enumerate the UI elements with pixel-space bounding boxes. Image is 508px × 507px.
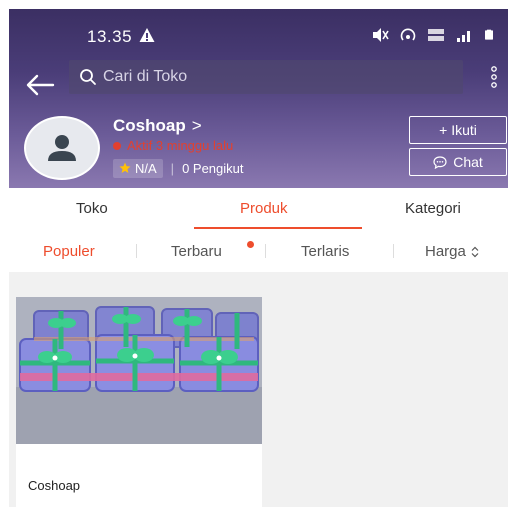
shop-header: 13.35 Cari di Toko Coshoap > Aktif 3 min… — [9, 9, 508, 188]
active-status: Aktif 3 minggu lalu — [113, 138, 233, 153]
chat-bubble-icon — [433, 155, 447, 169]
tab-toko[interactable]: Toko — [76, 200, 108, 217]
star-icon — [119, 162, 131, 173]
sort-arrows-icon — [471, 246, 479, 257]
status-bar: 13.35 — [9, 9, 508, 59]
sort-divider — [393, 244, 394, 258]
product-image — [16, 297, 262, 444]
shop-name-link[interactable]: Coshoap > — [113, 116, 202, 136]
active-tab-indicator — [194, 227, 362, 229]
status-dot-icon — [113, 141, 121, 150]
sort-divider — [265, 244, 266, 258]
gift-boxes-image — [16, 297, 262, 444]
follow-label: + Ikuti — [439, 122, 477, 138]
back-arrow-icon[interactable] — [25, 73, 55, 97]
main-tabs: Toko Produk Kategori — [9, 188, 508, 230]
sort-divider — [136, 244, 137, 258]
tab-produk[interactable]: Produk — [240, 200, 288, 217]
follow-button[interactable]: + Ikuti — [409, 116, 507, 144]
search-input[interactable] — [103, 68, 443, 86]
shop-stats: N/A | 0 Pengikut — [113, 157, 244, 179]
search-icon — [80, 69, 96, 85]
rating-value: N/A — [135, 160, 157, 176]
sort-terlaris[interactable]: Terlaris — [301, 243, 349, 260]
shop-avatar[interactable] — [24, 116, 100, 180]
warning-icon — [139, 28, 155, 42]
product-card[interactable]: Coshoap — [16, 297, 262, 507]
user-icon — [48, 135, 76, 161]
hotspot-icon — [400, 28, 416, 41]
more-options-icon[interactable] — [489, 65, 499, 89]
product-grid: Coshoap — [9, 272, 508, 507]
status-icons — [371, 27, 495, 43]
sort-populer[interactable]: Populer — [43, 243, 95, 260]
signal-icon — [457, 31, 470, 42]
shop-name: Coshoap — [113, 116, 186, 135]
chat-button[interactable]: Chat — [409, 148, 507, 176]
status-time: 13.35 — [87, 27, 133, 46]
product-name: Coshoap — [28, 478, 81, 493]
volte-icon — [428, 29, 444, 41]
chevron-right-icon: > — [191, 116, 202, 135]
mute-icon — [373, 28, 389, 42]
sort-bar: Populer Terbaru Terlaris Harga — [9, 231, 508, 271]
sort-harga-label: Harga — [425, 243, 466, 260]
chat-label: Chat — [453, 154, 483, 170]
stat-divider: | — [170, 160, 175, 176]
sort-terbaru[interactable]: Terbaru — [171, 243, 222, 260]
tab-kategori[interactable]: Kategori — [405, 200, 461, 217]
sort-harga[interactable]: Harga — [425, 243, 480, 260]
battery-icon — [485, 29, 493, 40]
follower-count: 0 Pengikut — [182, 160, 244, 176]
search-bar[interactable] — [69, 60, 463, 94]
rating-badge: N/A — [113, 158, 163, 178]
new-indicator-dot — [247, 241, 254, 248]
active-status-text: Aktif 3 minggu lalu — [127, 138, 234, 153]
